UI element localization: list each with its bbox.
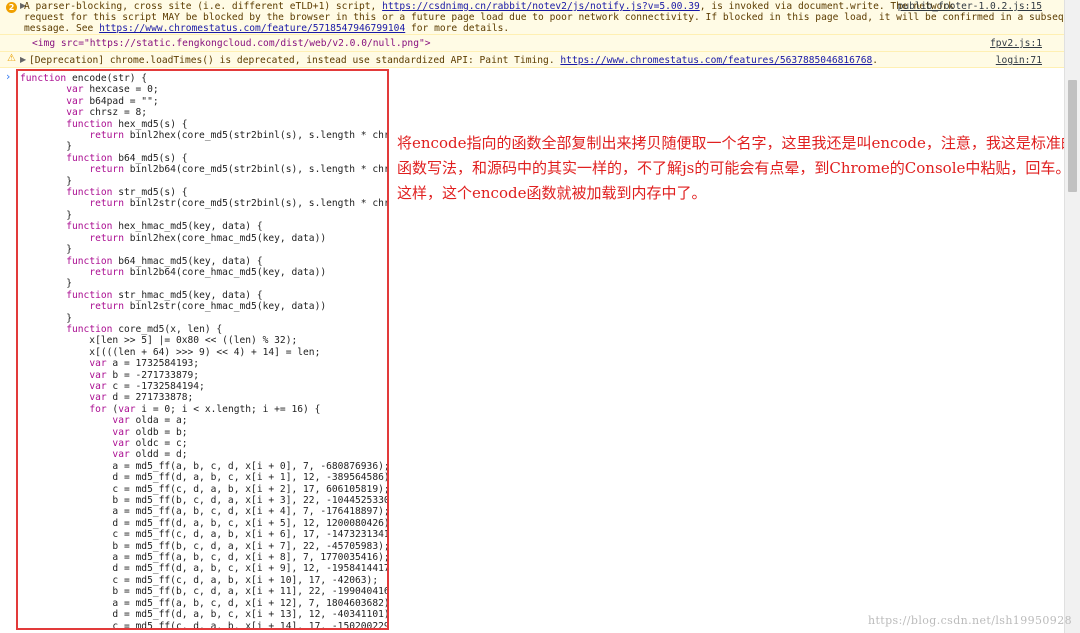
- code-line: b = md5_ff(b, c, d, a, x[i + 7], 22, -45…: [20, 540, 389, 552]
- paint-timing-link[interactable]: https://www.chromestatus.com/features/56…: [560, 55, 872, 66]
- code-line: var oldb = b;: [112, 426, 188, 438]
- code-line: var a = 1732584193;: [89, 358, 200, 370]
- code-line: d = md5_ff(d, a, b, c, x[i + 13], 12, -4…: [20, 609, 389, 621]
- code-line: function str_md5(s) {: [66, 187, 188, 199]
- scrollbar-thumb[interactable]: [1068, 80, 1077, 192]
- code-line: c = md5_ff(c, d, a, b, x[i + 10], 17, -4…: [20, 574, 379, 586]
- console-input-code-highlight[interactable]: function encode(str) { var hexcase = 0; …: [16, 69, 389, 630]
- code-line: b = md5_ff(b, c, d, a, x[i + 11], 22, -1…: [20, 586, 389, 598]
- code-line: function core_md5(x, len) {: [66, 323, 223, 335]
- code-line: function b64_hmac_md5(key, data) {: [66, 255, 263, 267]
- code-line: a = md5_ff(a, b, c, d, x[i + 12], 7, 180…: [20, 597, 389, 609]
- code-line: function b64_md5(s) {: [66, 152, 188, 164]
- console-warning-deprecation: ⚠ ▶ [Deprecation] chrome.loadTimes() is …: [0, 52, 1064, 68]
- source-link-publib-footer[interactable]: publib_footer-1.0.2.js:15: [898, 1, 1042, 12]
- code-line: d = md5_ff(d, a, b, c, x[i + 9], 12, -19…: [20, 563, 389, 575]
- source-link-login[interactable]: login:71: [996, 55, 1042, 66]
- code-line: return binl2hex(core_md5(str2binl(s), s.…: [89, 130, 389, 142]
- code-line: x[(((len + 64) >>> 9) << 4) + 14] = len;: [20, 346, 321, 358]
- code-line: a = md5_ff(a, b, c, d, x[i + 8], 7, 1770…: [20, 552, 389, 564]
- code-line: var b = -271733879;: [89, 369, 200, 381]
- code-line: return binl2str(core_hmac_md5(key, data)…: [89, 301, 327, 313]
- code-line: var d = 271733878;: [89, 392, 194, 404]
- code-line: a = md5_ff(a, b, c, d, x[i + 4], 7, -176…: [20, 506, 389, 518]
- notify-js-link[interactable]: https://csdnimg.cn/rabbit/notev2/js/noti…: [382, 1, 700, 12]
- warning-line-2: request for this script MAY be blocked b…: [24, 12, 1080, 23]
- warning-count-badge: 2: [6, 2, 17, 13]
- code-line: var olda = a;: [112, 415, 188, 427]
- vertical-scrollbar[interactable]: [1064, 0, 1080, 633]
- code-line: }: [20, 244, 72, 256]
- console-warning-parser-blocking: 2 ▶ A parser-blocking, cross site (i.e. …: [0, 0, 1080, 35]
- code-line: }: [20, 209, 72, 221]
- console-warning-img-tag: <img src="https://static.fengkongcloud.c…: [0, 35, 1064, 52]
- warning-line-3: message. See https://www.chromestatus.co…: [24, 23, 510, 34]
- code-line: var oldd = d;: [112, 449, 188, 461]
- code-line: var chrsz = 8;: [66, 107, 148, 119]
- code-line: function hex_hmac_md5(key, data) {: [66, 221, 263, 233]
- code-line: }: [20, 278, 72, 290]
- deprecation-message: [Deprecation] chrome.loadTimes() is depr…: [29, 55, 879, 66]
- code-line: return binl2str(core_md5(str2binl(s), s.…: [89, 198, 389, 210]
- source-link-fpv2[interactable]: fpv2.js:1: [990, 38, 1042, 49]
- console-prompt-icon: ›: [6, 70, 11, 83]
- code-line: c = md5_ff(c, d, a, b, x[i + 2], 17, 606…: [20, 483, 389, 495]
- img-tag-text[interactable]: <img src="https://static.fengkongcloud.c…: [32, 38, 431, 49]
- code-line: x[len >> 5] |= 0x80 << ((len) % 32);: [20, 335, 298, 347]
- code-line: a = md5_ff(a, b, c, d, x[i + 0], 7, -680…: [20, 460, 389, 472]
- code-line: function encode(str) {: [20, 73, 148, 84]
- code-line: d = md5_ff(d, a, b, c, x[i + 5], 12, 120…: [20, 517, 389, 529]
- watermark: https://blog.csdn.net/lsh19950928: [867, 614, 1072, 627]
- code-line: var c = -1732584194;: [89, 380, 205, 392]
- code-line: function hex_md5(s) {: [66, 118, 188, 130]
- code-line: }: [20, 141, 72, 153]
- code-line: }: [20, 312, 72, 324]
- code-line: for (var i = 0; i < x.length; i += 16) {: [89, 403, 321, 415]
- code-line: }: [20, 175, 72, 187]
- expand-triangle-icon[interactable]: ▶: [20, 55, 26, 64]
- code-line: d = md5_ff(d, a, b, c, x[i + 1], 12, -38…: [20, 472, 389, 484]
- code-line: var b64pad = "";: [66, 95, 159, 107]
- annotation-text: 将encode指向的函数全部复制出来拷贝随便取一个名字，这里我还是叫encode…: [397, 134, 1076, 202]
- chromestatus-feature-link[interactable]: https://www.chromestatus.com/feature/571…: [99, 23, 405, 34]
- warning-triangle-icon: ⚠: [7, 53, 16, 64]
- code-line: var hexcase = 0;: [66, 84, 159, 96]
- code-line: function str_hmac_md5(key, data) {: [66, 289, 263, 301]
- code-line: c = md5_ff(c, d, a, b, x[i + 14], 17, -1…: [20, 620, 389, 630]
- code-line: b = md5_ff(b, c, d, a, x[i + 3], 22, -10…: [20, 495, 389, 507]
- code-line: return binl2b64(core_hmac_md5(key, data)…: [89, 266, 327, 278]
- code-line: c = md5_ff(c, d, a, b, x[i + 6], 17, -14…: [20, 529, 389, 541]
- code-line: return binl2b64(core_md5(str2binl(s), s.…: [89, 164, 389, 176]
- code-line: var oldc = c;: [112, 438, 188, 449]
- code-line: return binl2hex(core_hmac_md5(key, data)…: [89, 232, 327, 244]
- console-code-block[interactable]: function encode(str) { var hexcase = 0; …: [18, 71, 389, 630]
- warning-line-1: A parser-blocking, cross site (i.e. diff…: [24, 1, 954, 12]
